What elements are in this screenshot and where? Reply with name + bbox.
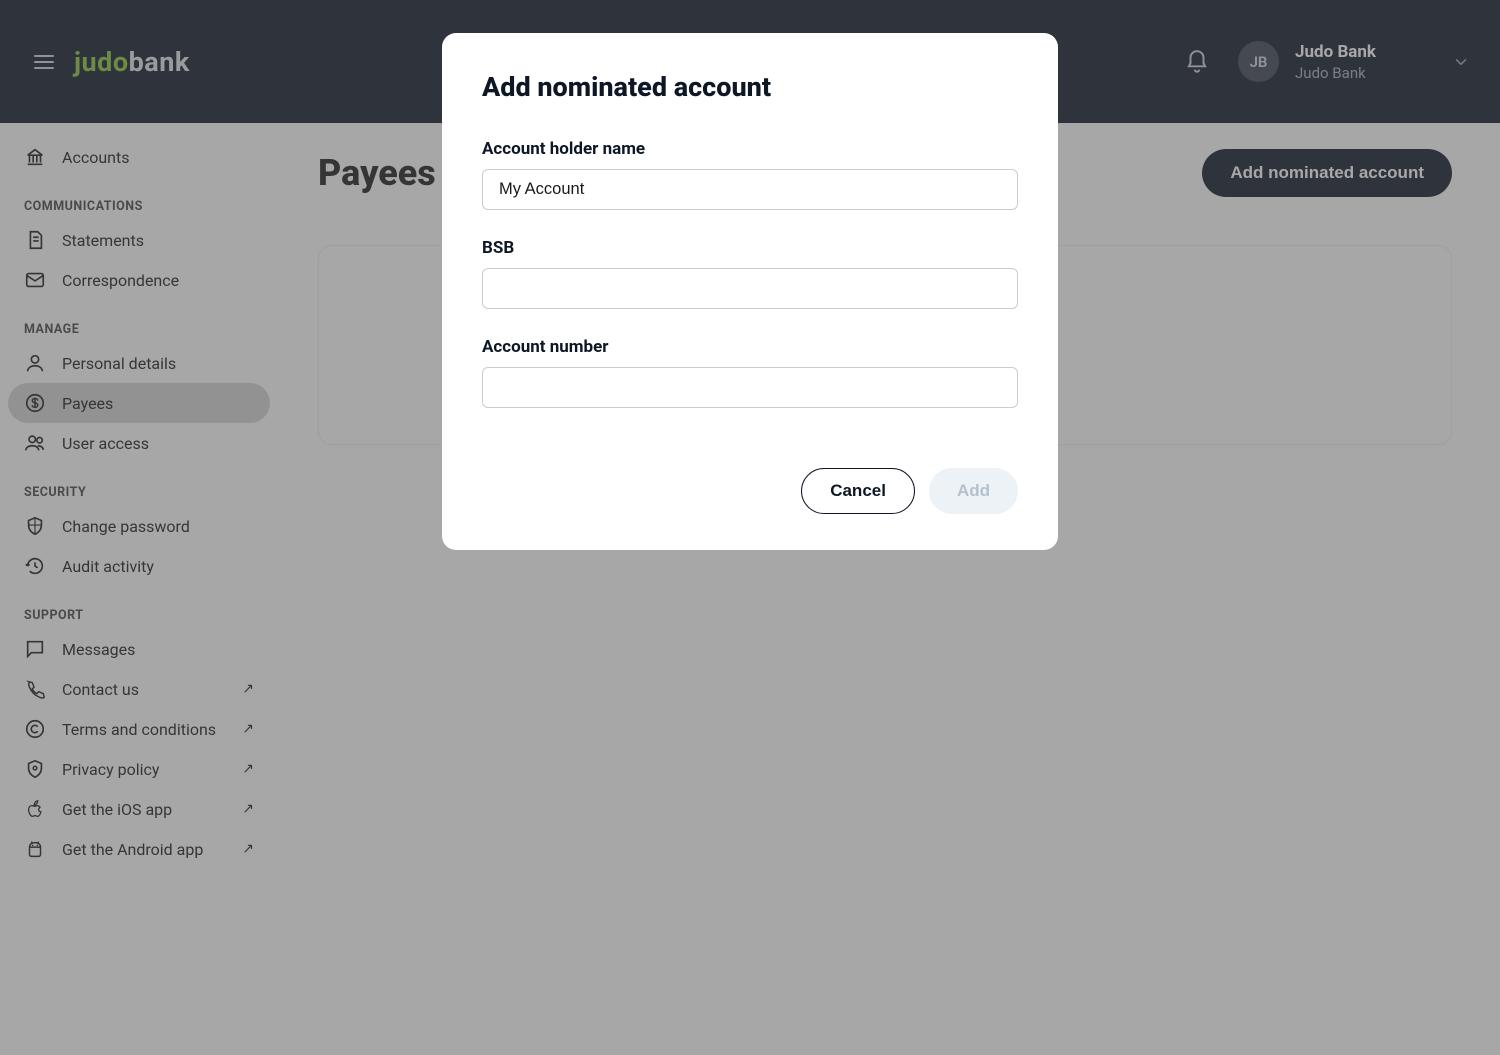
account-number-label: Account number (482, 337, 1018, 357)
modal-title: Add nominated account (482, 71, 1018, 103)
holder-name-input[interactable] (482, 169, 1018, 210)
bsb-label: BSB (482, 238, 1018, 258)
holder-name-label: Account holder name (482, 139, 1018, 159)
bsb-input[interactable] (482, 268, 1018, 309)
account-number-input[interactable] (482, 367, 1018, 408)
add-account-modal: Add nominated account Account holder nam… (442, 33, 1058, 550)
cancel-button[interactable]: Cancel (801, 468, 915, 514)
add-button[interactable]: Add (929, 468, 1018, 514)
